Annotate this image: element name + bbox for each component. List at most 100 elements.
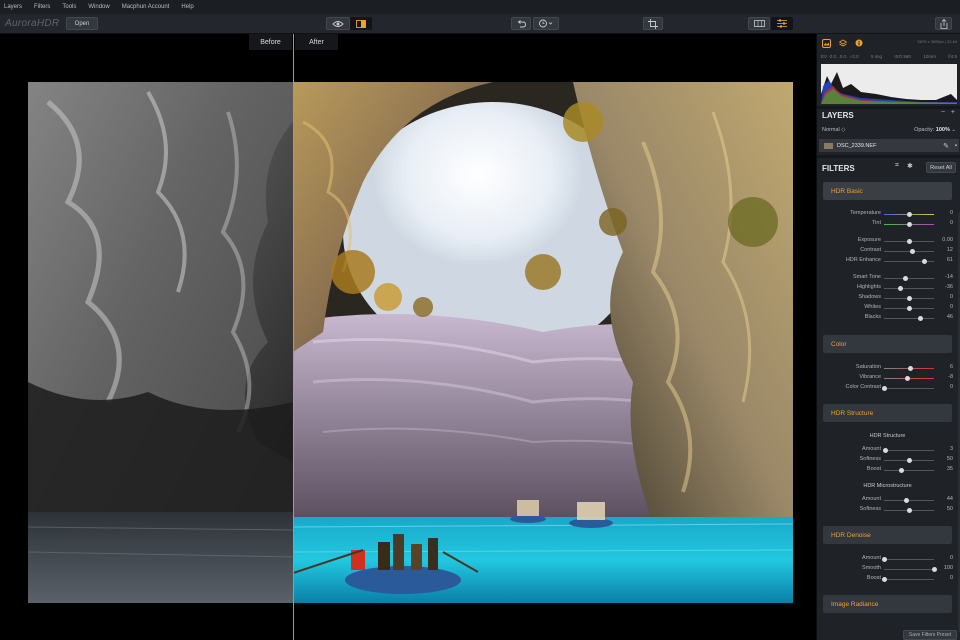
remove-layer-icon[interactable]: −: [941, 109, 945, 116]
slider-exposure[interactable]: Exposure 0.00: [823, 236, 953, 246]
undo-button[interactable]: [511, 17, 531, 30]
slider-knob[interactable]: [906, 458, 912, 463]
slider-label: Softness: [859, 456, 881, 462]
slider-knob[interactable]: [903, 498, 909, 503]
slider-smooth[interactable]: Smooth 100: [823, 564, 953, 574]
slider-track[interactable]: [884, 559, 934, 560]
save-filters-preset-button[interactable]: Save Filters Preset: [903, 630, 957, 640]
presets-button[interactable]: [748, 17, 770, 30]
toolbar: AuroraHDR Open: [0, 14, 960, 34]
filter-header-hdr-basic[interactable]: HDR Basic: [823, 182, 952, 200]
slider-knob[interactable]: [904, 376, 910, 381]
menu-bar: Layers Filters Tools Window Macphun Acco…: [0, 0, 960, 14]
slider-knob[interactable]: [906, 239, 912, 244]
slider-knob[interactable]: [897, 286, 903, 291]
slider-knob[interactable]: [903, 276, 908, 281]
histogram: [821, 64, 957, 104]
menu-help[interactable]: Help: [181, 4, 193, 10]
slider-value: 0: [949, 384, 953, 390]
reset-all-button[interactable]: Reset All: [926, 162, 956, 173]
slider-knob[interactable]: [909, 249, 915, 254]
slider-value: 0.00: [942, 237, 953, 243]
slider-color-contrast[interactable]: Color Contrast 0: [823, 383, 953, 393]
slider-track[interactable]: [884, 278, 934, 279]
opacity-control[interactable]: Opacity: 100% ⌄: [914, 127, 956, 133]
brush-icon[interactable]: ✎: [943, 142, 949, 150]
slider-knob[interactable]: [906, 296, 912, 301]
slider-amount[interactable]: Amount 3: [823, 445, 953, 455]
slider-knob[interactable]: [906, 222, 912, 227]
slider-whites[interactable]: Whites 0: [823, 303, 953, 313]
slider-smart-tone[interactable]: Smart Tone -14: [823, 273, 953, 283]
slider-tint[interactable]: Tint 0: [823, 219, 953, 229]
slider-track[interactable]: [884, 500, 934, 501]
share-button[interactable]: [935, 17, 952, 30]
split-divider[interactable]: [293, 34, 294, 640]
slider-knob[interactable]: [918, 316, 923, 321]
filter-header-hdr-structure[interactable]: HDR Structure: [823, 404, 952, 422]
menu-window[interactable]: Window: [88, 4, 109, 10]
undo-icon: [517, 19, 526, 27]
slider-knob[interactable]: [922, 259, 927, 264]
subhead-hdr-structure: HDR Structure: [869, 433, 906, 439]
history-button[interactable]: [533, 17, 559, 30]
slider-track[interactable]: [884, 318, 934, 319]
sliders-icon: [777, 19, 787, 28]
filter-header-hdr-denoise[interactable]: HDR Denoise: [823, 526, 952, 544]
lock-icon[interactable]: ▪: [955, 143, 957, 149]
filter-header-color[interactable]: Color: [823, 335, 952, 353]
slider-track[interactable]: [884, 579, 934, 580]
slider-hdr-enhance[interactable]: HDR Enhance 61: [823, 256, 953, 266]
open-button[interactable]: Open: [66, 17, 98, 30]
slider-blacks[interactable]: Blacks 46: [823, 313, 953, 323]
slider-track[interactable]: [884, 569, 934, 570]
blend-mode-select[interactable]: Normal ◇: [822, 127, 846, 133]
slider-contrast[interactable]: Contrast 12: [823, 246, 953, 256]
slider-amount[interactable]: Amount 0: [823, 554, 953, 564]
slider-track[interactable]: [884, 388, 934, 389]
slider-boost[interactable]: Boost 0: [823, 574, 953, 584]
filter-settings-icon[interactable]: ✱: [907, 162, 913, 170]
slider-highlights[interactable]: Highlights -36: [823, 283, 953, 293]
slider-track[interactable]: [884, 470, 934, 471]
add-layer-icon[interactable]: +: [951, 109, 955, 116]
slider-value: 0: [949, 555, 953, 561]
crop-button[interactable]: [643, 17, 663, 30]
slider-knob[interactable]: [881, 557, 887, 562]
filter-header-image-radiance[interactable]: Image Radiance: [823, 595, 952, 613]
image-canvas[interactable]: Before After: [0, 34, 816, 640]
slider-knob[interactable]: [931, 567, 937, 572]
slider-temperature[interactable]: Temperature 0: [823, 209, 953, 219]
mask-icon[interactable]: ⌗: [895, 162, 899, 170]
slider-track[interactable]: [884, 450, 934, 451]
adjustments-button[interactable]: [771, 17, 793, 30]
menu-filters[interactable]: Filters: [34, 4, 50, 10]
slider-knob[interactable]: [899, 468, 904, 473]
slider-vibrance[interactable]: Vibrance -8: [823, 373, 953, 383]
slider-amount[interactable]: Amount 44: [823, 495, 953, 505]
slider-knob[interactable]: [906, 508, 912, 513]
slider-knob[interactable]: [883, 448, 888, 453]
menu-tools[interactable]: Tools: [62, 4, 76, 10]
exif-focal: 10mm: [923, 54, 936, 59]
slider-saturation[interactable]: Saturation 6: [823, 363, 953, 373]
slider-knob[interactable]: [881, 386, 887, 391]
crop-icon: [648, 18, 658, 29]
menu-macphun-account[interactable]: Macphun Account: [122, 4, 170, 10]
slider-shadows[interactable]: Shadows 0: [823, 293, 953, 303]
menu-layers[interactable]: Layers: [4, 4, 22, 10]
before-label: Before: [249, 34, 292, 50]
slider-track[interactable]: [884, 288, 934, 289]
preview-button[interactable]: [326, 17, 350, 30]
slider-knob[interactable]: [908, 366, 913, 371]
slider-knob[interactable]: [906, 212, 912, 217]
slider-boost[interactable]: Boost 35: [823, 465, 953, 475]
slider-softness[interactable]: Softness 50: [823, 455, 953, 465]
compare-button[interactable]: [350, 17, 372, 30]
slider-knob[interactable]: [906, 306, 912, 311]
slider-knob[interactable]: [881, 577, 887, 582]
slider-softness[interactable]: Softness 50: [823, 505, 953, 515]
layer-item[interactable]: DSC_2339.NEF ✎ ▪: [819, 139, 959, 152]
panel-tabs: 5875 x 3905px | 32-bit: [817, 34, 960, 52]
history-clock-icon: [539, 19, 553, 28]
